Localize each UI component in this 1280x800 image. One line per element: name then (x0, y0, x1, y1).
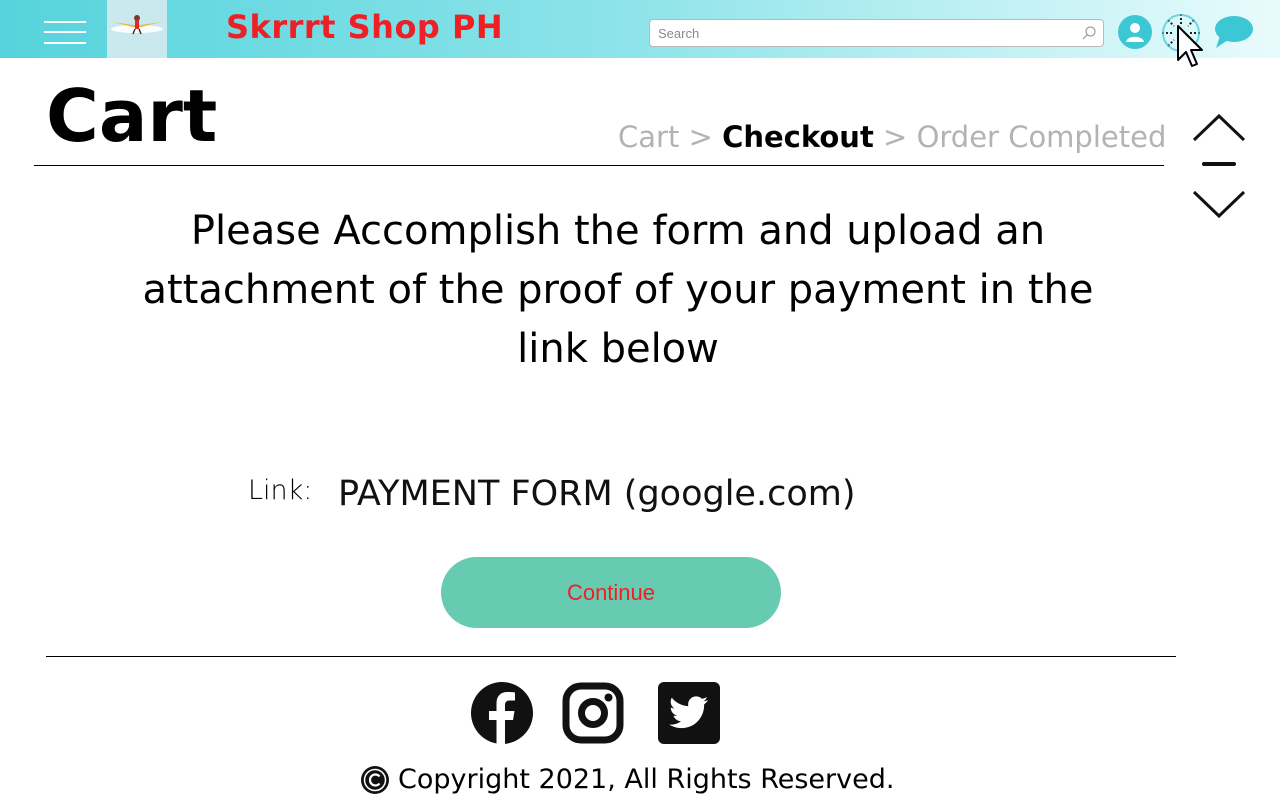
page-title: Cart (46, 74, 218, 158)
scroll-indicator (1202, 162, 1236, 166)
continue-button[interactable]: Continue (441, 557, 781, 628)
chevron-down-icon[interactable] (1192, 190, 1246, 220)
cursor-icon (1177, 25, 1203, 67)
breadcrumb-separator: > (883, 120, 908, 154)
breadcrumb-cart[interactable]: Cart (618, 120, 679, 154)
payment-form-link[interactable]: PAYMENT FORM (google.com) (338, 474, 856, 514)
user-icon[interactable] (1118, 15, 1152, 49)
breadcrumb-order-completed: Order Completed (916, 120, 1167, 154)
link-label: Link: (248, 475, 313, 506)
copyright: Copyright 2021, All Rights Reserved. (360, 764, 894, 795)
copyright-text: Copyright 2021, All Rights Reserved. (398, 764, 895, 795)
instagram-icon[interactable] (562, 682, 624, 744)
instructions-text: Please Accomplish the form and upload an… (142, 208, 1094, 372)
copyright-icon (361, 765, 389, 794)
breadcrumb-checkout: Checkout (722, 120, 874, 154)
facebook-icon[interactable] (471, 682, 533, 744)
breadcrumb: Cart > Checkout > Order Completed (618, 120, 1166, 154)
search-input[interactable] (658, 23, 1068, 43)
menu-icon[interactable] (44, 19, 88, 45)
top-header: Skrrrt Shop PH (0, 0, 1280, 67)
breadcrumb-separator: > (688, 120, 713, 154)
logo[interactable] (107, 0, 167, 58)
footer-divider (46, 656, 1176, 657)
chat-icon[interactable] (1212, 14, 1254, 50)
title-divider (34, 165, 1164, 166)
brand-name[interactable]: Skrrrt Shop PH (226, 8, 503, 46)
search-box[interactable] (649, 19, 1104, 47)
search-icon[interactable] (1081, 25, 1097, 41)
chevron-up-icon[interactable] (1192, 112, 1246, 142)
twitter-icon[interactable] (658, 682, 720, 744)
